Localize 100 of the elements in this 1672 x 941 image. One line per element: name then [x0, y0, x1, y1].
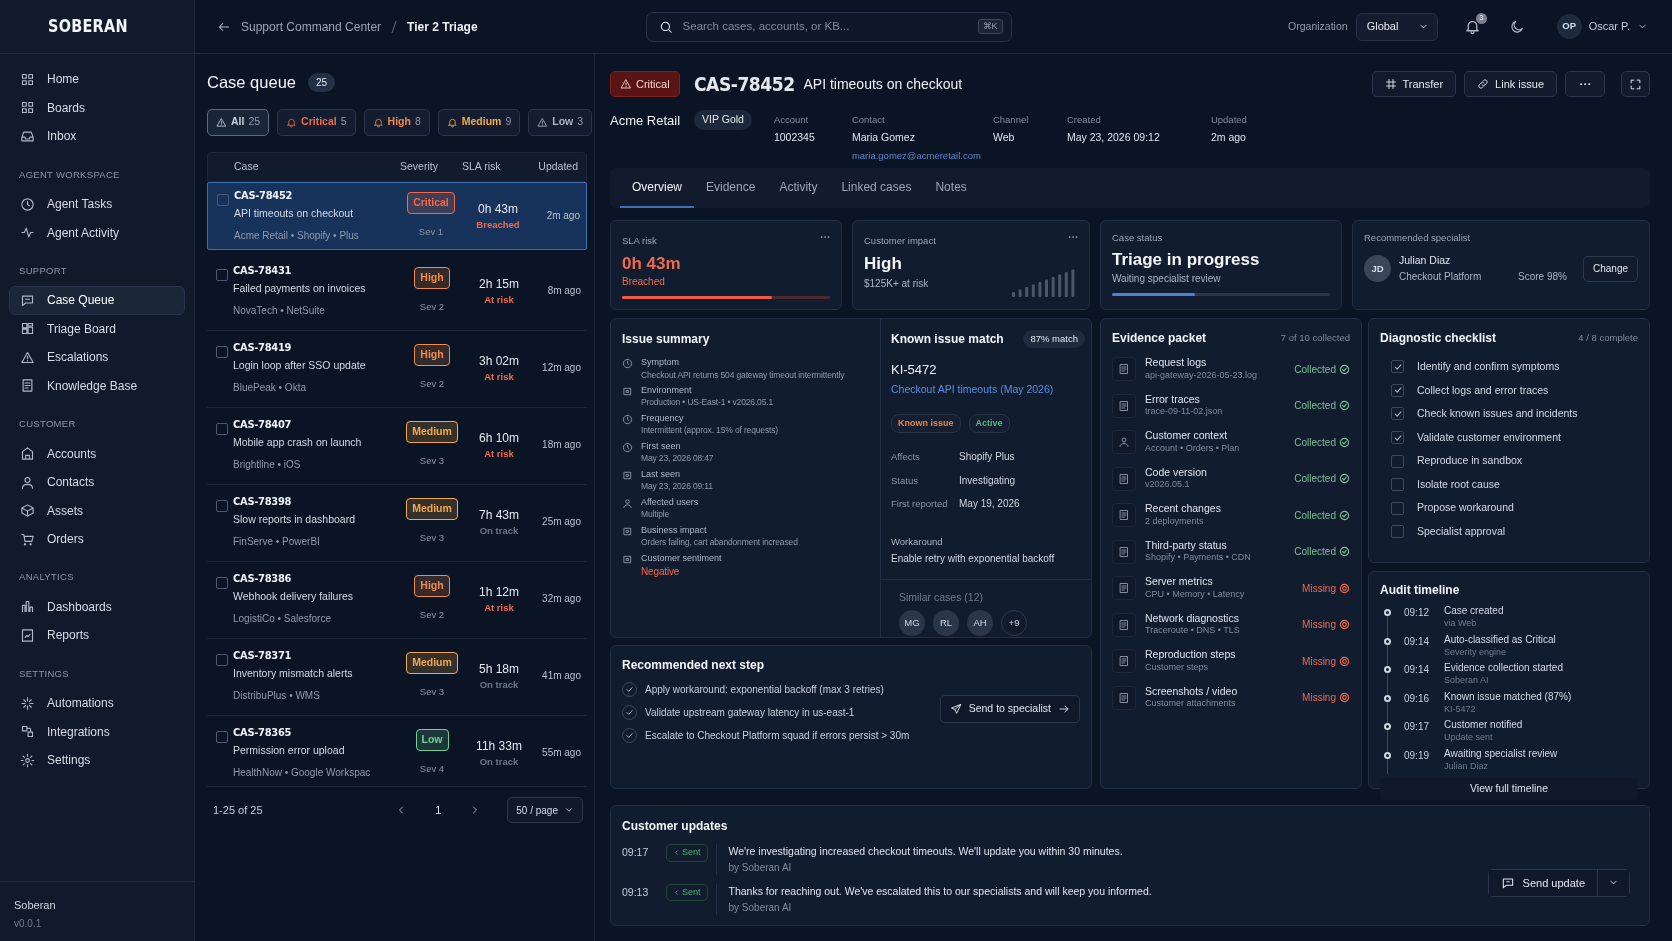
issue-id: KI-5472 — [891, 361, 938, 380]
summary-label: Affected users — [641, 495, 699, 509]
sidebar-item[interactable]: Agent Tasks — [9, 189, 185, 219]
sidebar-item[interactable]: Home — [9, 65, 185, 94]
clock-icon — [622, 441, 633, 453]
change-button[interactable]: Change — [1582, 255, 1638, 282]
tab[interactable]: Evidence — [694, 168, 768, 208]
filter-chip[interactable]: Critical 5 — [277, 108, 356, 136]
sidebar-item[interactable]: Contacts — [9, 467, 185, 497]
sidebar-item[interactable]: Triage Board — [9, 314, 185, 343]
checklist-item: Identify and confirm symptoms — [1417, 358, 1560, 374]
card-title: Recommended specialist — [1364, 231, 1472, 245]
summary-value: Production • US-East-1 • v2026.05.1 — [641, 397, 774, 409]
case-row[interactable]: CAS-78386 Webhook delivery failures LogistiCo • Salesforce High Sev 2 1h 12m At risk 32m ago — [207, 563, 587, 639]
email-link[interactable]: maria.gomez@acmeretail.com — [851, 150, 981, 161]
page-size-select[interactable]: 50 / page — [507, 797, 583, 824]
checkbox[interactable] — [1391, 383, 1404, 397]
sidebar-item[interactable]: Assets — [9, 496, 185, 525]
sidebar-item[interactable]: Accounts — [9, 439, 185, 468]
case-row[interactable]: CAS-78452 API timeouts on checkout Acme Retail • Shopify • Plus Critical Sev 1 0h 43m Breached 2m ago — [207, 181, 587, 250]
sidebar-item[interactable]: Knowledge Base — [9, 371, 185, 400]
view-timeline-button[interactable]: View full timeline — [1380, 778, 1638, 800]
sidebar-item[interactable]: Escalations — [9, 343, 185, 372]
summary-label: Symptom — [641, 356, 680, 369]
tab[interactable]: Linked cases — [829, 168, 924, 208]
send-options-button[interactable] — [1597, 869, 1629, 896]
case-row[interactable]: CAS-78398 Slow reports in dashboard FinServe • PowerBI Medium Sev 3 7h 43m On track 25m ago — [207, 486, 587, 562]
tab[interactable]: Overview — [620, 168, 694, 208]
filter-chip[interactable]: High 8 — [363, 108, 430, 136]
checkbox[interactable] — [1391, 478, 1404, 492]
severity-level: Sev 3 — [419, 454, 445, 466]
sidebar-item[interactable]: Inbox — [9, 122, 185, 151]
case-row[interactable]: CAS-78431 Failed payments on invoices NovaTech • NetSuite High Sev 2 2h 15m At risk 8m ago — [207, 255, 587, 331]
case-row[interactable]: CAS-78371 Inventory mismatch alerts DistribuPlus • WMS Medium Sev 3 5h 18m On track 41m ago — [207, 640, 587, 716]
sidebar-item[interactable]: Agent Activity — [9, 218, 185, 247]
case-avatar[interactable]: AH — [967, 610, 993, 636]
issue-link[interactable]: Checkout API timeouts (May 2026) — [891, 382, 1054, 395]
send-update-button[interactable]: Send update — [1488, 869, 1597, 896]
case-avatar[interactable]: MG — [899, 610, 925, 636]
row-checkbox[interactable] — [216, 730, 228, 743]
action-button[interactable]: Transfer — [1371, 71, 1457, 97]
checkbox[interactable] — [1391, 525, 1404, 539]
sidebar-item[interactable]: Reports — [9, 621, 185, 650]
tab[interactable]: Notes — [923, 168, 979, 208]
sidebar-item[interactable]: Dashboards — [9, 592, 185, 621]
search-bar[interactable]: Search cases, accounts, or KB... ⌘K — [645, 11, 1012, 42]
action-button[interactable]: Link issue — [1464, 71, 1557, 97]
row-checkbox[interactable] — [217, 193, 229, 206]
sidebar-item[interactable]: Integrations — [9, 717, 185, 746]
checkbox[interactable] — [1391, 431, 1404, 445]
case-avatar[interactable]: RL — [933, 610, 959, 636]
event-source: Soberan AI — [1444, 674, 1490, 687]
row-checkbox[interactable] — [216, 653, 228, 666]
sidebar-item[interactable]: Automations — [9, 688, 185, 718]
user-icon — [622, 497, 633, 509]
case-meta: NovaTech • NetSuite — [233, 305, 325, 317]
expand-button[interactable] — [1621, 71, 1650, 97]
filter-chip[interactable]: All 25 — [207, 108, 270, 136]
field-label: Updated — [1210, 114, 1247, 125]
tier-badge: VIP Gold — [694, 110, 752, 130]
search-field[interactable]: Search cases, accounts, or KB... — [680, 16, 970, 37]
match-badge: 87% match — [1023, 330, 1085, 349]
row-checkbox[interactable] — [216, 499, 228, 512]
specialist-name: Julian Diaz — [1399, 253, 1452, 269]
clock-icon — [622, 413, 633, 425]
row-checkbox[interactable] — [216, 345, 228, 358]
field-label: Account — [773, 114, 809, 125]
case-id: CAS-78371 — [233, 647, 292, 664]
case-avatar[interactable]: +9 — [1001, 610, 1027, 636]
row-checkbox[interactable] — [216, 422, 228, 435]
report-icon — [20, 627, 35, 643]
checkbox[interactable] — [1391, 454, 1404, 468]
sidebar-item[interactable]: Orders — [9, 524, 185, 554]
sidebar-item[interactable]: Boards — [9, 93, 185, 122]
tab[interactable]: Activity — [767, 168, 830, 208]
send-to-specialist-button[interactable]: Send to specialist — [939, 694, 1080, 723]
case-row[interactable]: CAS-78419 Login loop after SSO update BluePeak • Okta High Sev 2 3h 02m At risk 12m ago — [207, 332, 587, 408]
updated-time: 18m ago — [542, 438, 581, 450]
sidebar-item[interactable]: Settings — [9, 745, 185, 775]
case-row[interactable]: CAS-78365 Permission error upload HealthNow • Google Workspac Low Sev 4 11h 33m On track 55m ago — [207, 717, 587, 786]
sidebar-item[interactable]: Case Queue — [9, 286, 185, 315]
checkbox[interactable] — [1391, 407, 1404, 421]
pagination-range: 1-25 of 25 — [213, 803, 263, 819]
page-number[interactable]: 1 — [433, 800, 444, 821]
event-title: Case created — [1444, 605, 1504, 617]
organization-select[interactable]: Global — [1355, 12, 1438, 41]
breadcrumb-link[interactable]: Support Command Center — [241, 17, 382, 36]
document-icon — [1118, 691, 1130, 704]
checkbox[interactable] — [1391, 501, 1404, 515]
checkbox[interactable] — [1391, 360, 1404, 374]
user-menu[interactable]: OP Oscar P. — [1550, 13, 1654, 40]
breadcrumb-current[interactable]: Tier 2 Triage — [407, 17, 478, 36]
case-row[interactable]: CAS-78407 Mobile app crash on launch Brightline • iOS Medium Sev 3 6h 10m At risk 18m ago — [207, 409, 587, 485]
filter-chip[interactable]: Low 3 — [528, 108, 593, 136]
row-checkbox[interactable] — [216, 576, 228, 589]
checklist-item: Check known issues and incidents — [1417, 406, 1578, 422]
summary-label: Frequency — [641, 411, 685, 425]
filter-chip[interactable]: Medium 9 — [437, 108, 521, 136]
row-checkbox[interactable] — [216, 268, 228, 281]
clock-icon — [20, 196, 35, 212]
